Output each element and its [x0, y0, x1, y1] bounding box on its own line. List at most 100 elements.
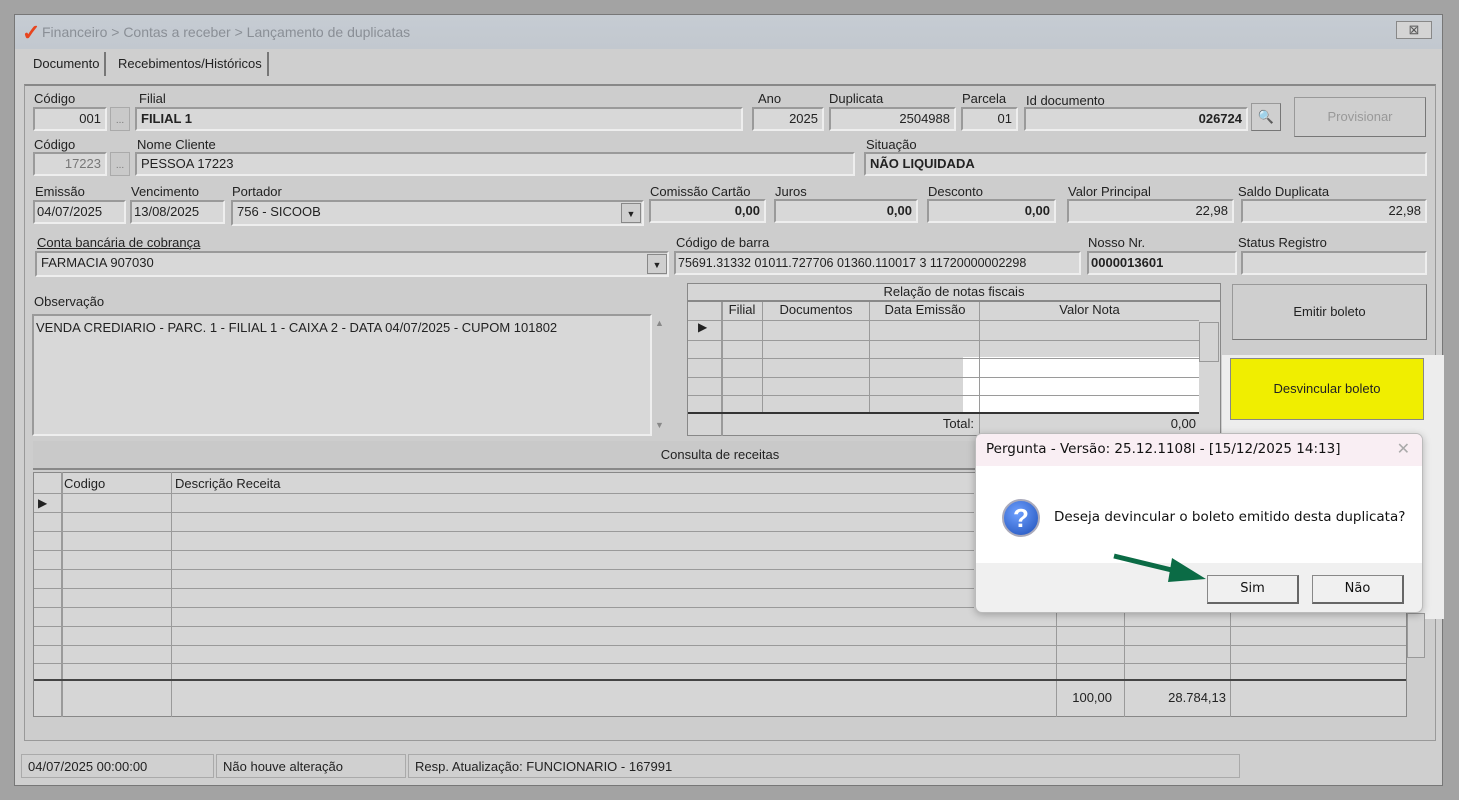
scroll-up-icon[interactable]: ▲	[655, 318, 664, 328]
tab-documento[interactable]: Documento	[28, 52, 107, 76]
chevron-down-icon[interactable]: ▼	[621, 203, 641, 223]
juros-label: Juros	[775, 184, 807, 199]
col-valor-nota[interactable]: Valor Nota	[980, 302, 1199, 317]
codigo-cliente-field[interactable]: 17223	[33, 152, 107, 176]
divider	[34, 626, 1406, 627]
ano-field[interactable]: 2025	[752, 107, 824, 131]
col-data-emissao[interactable]: Data Emissão	[870, 302, 980, 317]
duplicata-label: Duplicata	[829, 91, 884, 106]
id-documento-field[interactable]: 026724	[1024, 107, 1248, 131]
divider	[34, 569, 974, 570]
divider	[688, 377, 1199, 378]
tab-recebimentos[interactable]: Recebimentos/Históricos	[113, 52, 269, 76]
chevron-down-icon[interactable]: ▼	[647, 254, 667, 274]
emissao-field[interactable]: 04/07/2025	[33, 200, 126, 224]
notas-title: Relação de notas fiscais	[688, 284, 1220, 302]
col-filial[interactable]: Filial	[722, 302, 762, 317]
sim-button[interactable]: Sim	[1207, 575, 1299, 604]
filial-field[interactable]: FILIAL 1	[135, 107, 743, 131]
divider	[721, 302, 723, 436]
nome-cliente-field[interactable]: PESSOA 17223	[135, 152, 855, 176]
status-registro-label: Status Registro	[1238, 235, 1327, 250]
close-button[interactable]: ⊠	[1396, 21, 1432, 39]
saldo-field: 22,98	[1241, 199, 1427, 223]
scroll-down-icon[interactable]: ▼	[655, 420, 664, 430]
receitas-footer-total-2: 28.784,13	[1168, 690, 1226, 705]
highlight-area	[963, 357, 1199, 412]
divider	[688, 395, 1199, 396]
divider	[34, 588, 974, 589]
divider	[688, 320, 1199, 321]
duplicata-field[interactable]: 2504988	[829, 107, 956, 131]
notas-scrollbar[interactable]	[1199, 322, 1219, 362]
desvincular-boleto-button[interactable]: Desvincular boleto	[1230, 358, 1424, 420]
provisionar-button[interactable]: Provisionar	[1294, 97, 1426, 137]
divider	[688, 358, 1199, 359]
col-documentos[interactable]: Documentos	[762, 302, 870, 317]
codigo-barra-field[interactable]: 75691.31332 01011.727706 01360.110017 3 …	[674, 251, 1081, 275]
nosso-nr-label: Nosso Nr.	[1088, 235, 1146, 250]
divider	[688, 340, 1199, 341]
dialog-message: Deseja devincular o boleto emitido desta…	[1054, 509, 1406, 525]
vencimento-label: Vencimento	[131, 184, 199, 199]
divider	[34, 679, 1406, 681]
valor-principal-field: 22,98	[1067, 199, 1234, 223]
col-descricao-receita[interactable]: Descrição Receita	[175, 476, 281, 491]
codigo-filial-field[interactable]: 001	[33, 107, 107, 131]
observacao-label: Observação	[34, 294, 105, 309]
observacao-textarea[interactable]: VENDA CREDIARIO - PARC. 1 - FILIAL 1 - C…	[32, 314, 652, 436]
status-registro-field	[1241, 251, 1427, 275]
nosso-nr-field: 0000013601	[1087, 251, 1237, 275]
desconto-field[interactable]: 0,00	[927, 199, 1056, 223]
codigo-filial-label: Código	[34, 91, 76, 106]
cliente-lookup-button[interactable]: ...	[110, 152, 130, 176]
status-date: 04/07/2025 00:00:00	[21, 754, 214, 778]
window-title: Financeiro > Contas a receber > Lançamen…	[42, 24, 411, 40]
divider	[979, 357, 980, 412]
search-document-icon[interactable]: 🔍	[1251, 103, 1281, 131]
receitas-footer-total-1: 100,00	[1072, 690, 1112, 705]
desconto-label: Desconto	[928, 184, 983, 199]
divider	[34, 663, 1406, 664]
question-icon: ?	[1002, 499, 1040, 537]
valor-principal-label: Valor Principal	[1068, 184, 1151, 199]
dialog-title: Pergunta - Versão: 25.12.1108l - [15/12/…	[986, 441, 1341, 457]
comissao-label: Comissão Cartão	[650, 184, 751, 199]
portador-label: Portador	[232, 184, 282, 199]
divider	[34, 550, 974, 551]
ano-label: Ano	[758, 91, 782, 106]
divider	[34, 493, 974, 494]
conta-select[interactable]: FARMACIA 907030	[35, 251, 669, 277]
id-documento-label: Id documento	[1026, 93, 1105, 108]
divider	[1230, 613, 1231, 717]
app-logo-icon: ✓	[22, 20, 41, 45]
codigo-cliente-label: Código	[34, 137, 76, 152]
dialog-title-bar: Pergunta - Versão: 25.12.1108l - [15/12/…	[976, 434, 1422, 466]
nome-cliente-label: Nome Cliente	[137, 137, 216, 152]
receitas-scrollbar[interactable]	[1407, 613, 1425, 658]
filial-label: Filial	[139, 91, 166, 106]
comissao-field[interactable]: 0,00	[649, 199, 766, 223]
codigo-barra-label: Código de barra	[676, 235, 770, 250]
row-pointer-icon: ▶	[698, 320, 708, 334]
situacao-field: NÃO LIQUIDADA	[864, 152, 1427, 176]
col-codigo[interactable]: Codigo	[64, 476, 105, 491]
nao-button[interactable]: Não	[1312, 575, 1404, 604]
dialog-body: ? Deseja devincular o boleto emitido des…	[976, 466, 1422, 563]
arrow-pointer-icon	[1113, 553, 1206, 582]
emitir-boleto-button[interactable]: Emitir boleto	[1232, 284, 1427, 340]
notas-total-label: Total:	[942, 416, 974, 431]
notas-total-value: 0,00	[1170, 416, 1196, 431]
vencimento-field[interactable]: 13/08/2025	[130, 200, 225, 224]
divider	[34, 645, 1406, 646]
dialog-close-button[interactable]: ✕	[1397, 439, 1410, 458]
emissao-label: Emissão	[35, 184, 85, 199]
parcela-field[interactable]: 01	[961, 107, 1018, 131]
divider	[34, 512, 974, 513]
portador-select[interactable]: 756 - SICOOB	[231, 200, 644, 226]
juros-field[interactable]: 0,00	[774, 199, 918, 223]
situacao-label: Situação	[866, 137, 917, 152]
filial-lookup-button[interactable]: ...	[110, 107, 130, 131]
row-pointer-icon: ▶	[38, 496, 48, 510]
status-responsavel: Resp. Atualização: FUNCIONARIO - 167991	[408, 754, 1240, 778]
